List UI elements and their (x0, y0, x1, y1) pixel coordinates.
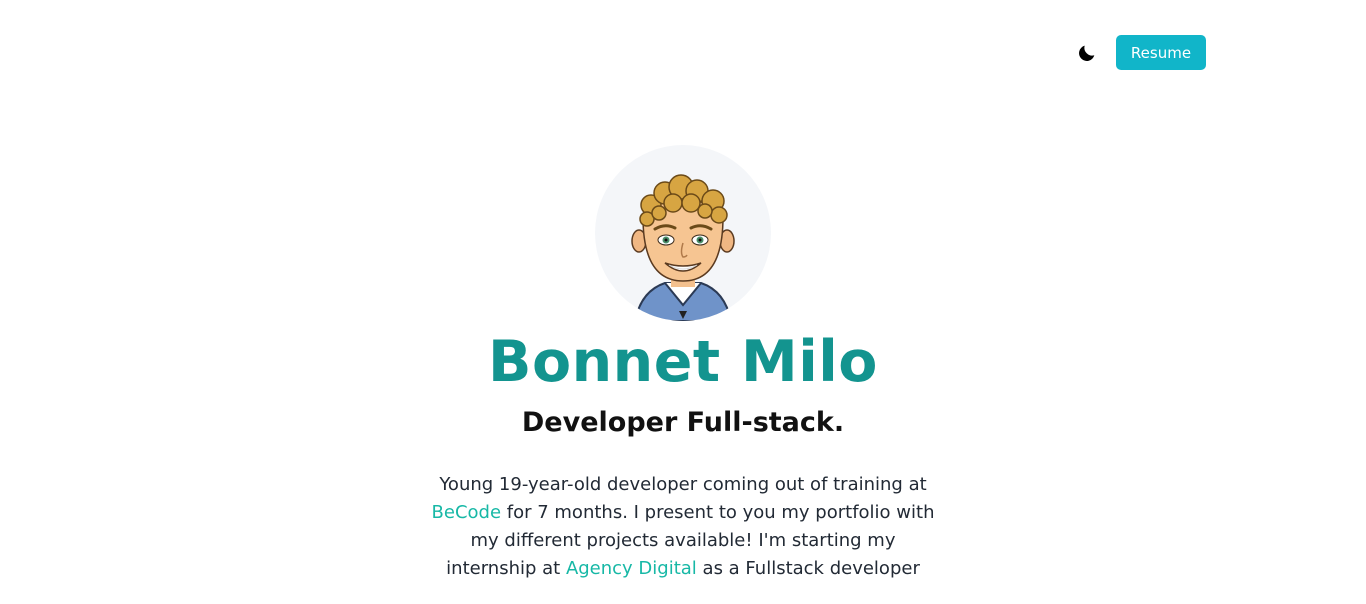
resume-button[interactable]: Resume (1116, 35, 1206, 70)
agency-digital-link[interactable]: Agency Digital (566, 558, 697, 579)
top-bar: Resume (1072, 35, 1206, 70)
theme-toggle-button[interactable] (1072, 36, 1102, 70)
bio-text: Young 19-year-old developer coming out o… (439, 474, 927, 495)
becode-link[interactable]: BeCode (432, 502, 502, 523)
avatar-emoji-icon (631, 174, 735, 321)
bio-paragraph: Young 19-year-old developer coming out o… (423, 471, 943, 583)
page-title: Bonnet Milo (488, 329, 878, 395)
bio-text: as a Fullstack developer (696, 558, 920, 579)
avatar (595, 145, 771, 321)
moon-icon (1079, 45, 1095, 61)
hero-section: Bonnet Milo Developer Full-stack. Young … (0, 145, 1366, 583)
role-subtitle: Developer Full-stack. (521, 407, 845, 438)
portfolio-page: Resume Bonnet Milo Developer Full-stack.… (0, 0, 1366, 604)
